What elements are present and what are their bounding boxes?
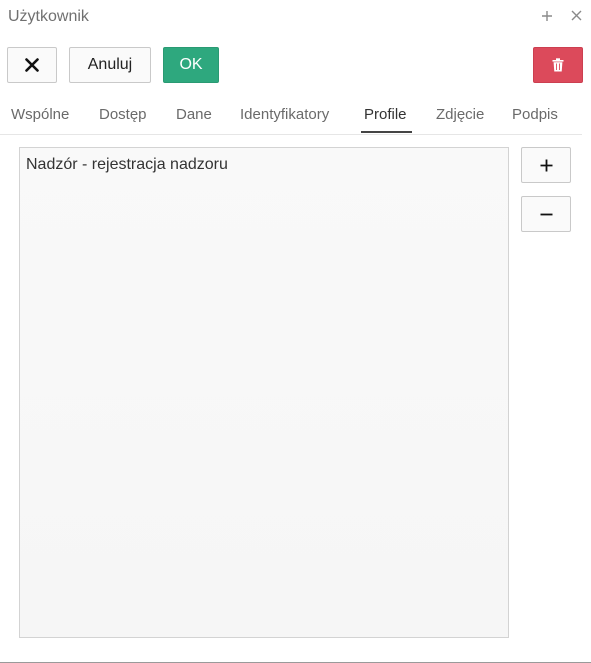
- dialog-title: Użytkownik: [8, 8, 89, 25]
- close-button[interactable]: [7, 47, 57, 83]
- list-item[interactable]: Nadzór - rejestracja nadzoru: [26, 156, 228, 174]
- delete-button[interactable]: [533, 47, 583, 83]
- remove-profile-button[interactable]: [521, 196, 571, 232]
- active-tab-indicator: [361, 131, 412, 133]
- tab-wspolne[interactable]: Wspólne: [11, 106, 69, 123]
- minus-icon: [540, 213, 552, 215]
- tab-identyfikatory[interactable]: Identyfikatory: [240, 106, 329, 123]
- plus-icon[interactable]: [538, 6, 556, 26]
- ok-button[interactable]: OK: [163, 47, 219, 83]
- dialog-titlebar: Użytkownik: [0, 0, 591, 34]
- close-icon[interactable]: [567, 6, 585, 26]
- user-dialog: Użytkownik Anuluj OK Wspólne Dostęp Dane…: [0, 0, 591, 663]
- cancel-button[interactable]: Anuluj: [69, 47, 151, 83]
- tab-dostep[interactable]: Dostęp: [99, 106, 147, 123]
- profiles-list[interactable]: Nadzór - rejestracja nadzoru: [19, 147, 509, 638]
- add-profile-button[interactable]: [521, 147, 571, 183]
- tab-zdjecie[interactable]: Zdjęcie: [436, 106, 484, 123]
- plus-icon: [540, 159, 552, 171]
- tab-profile[interactable]: Profile: [364, 106, 407, 123]
- trash-icon: [552, 58, 564, 72]
- tab-dane[interactable]: Dane: [176, 106, 212, 123]
- tab-bar: Wspólne Dostęp Dane Identyfikatory Profi…: [0, 98, 582, 135]
- x-icon: [25, 58, 39, 72]
- tab-podpis[interactable]: Podpis: [512, 106, 558, 123]
